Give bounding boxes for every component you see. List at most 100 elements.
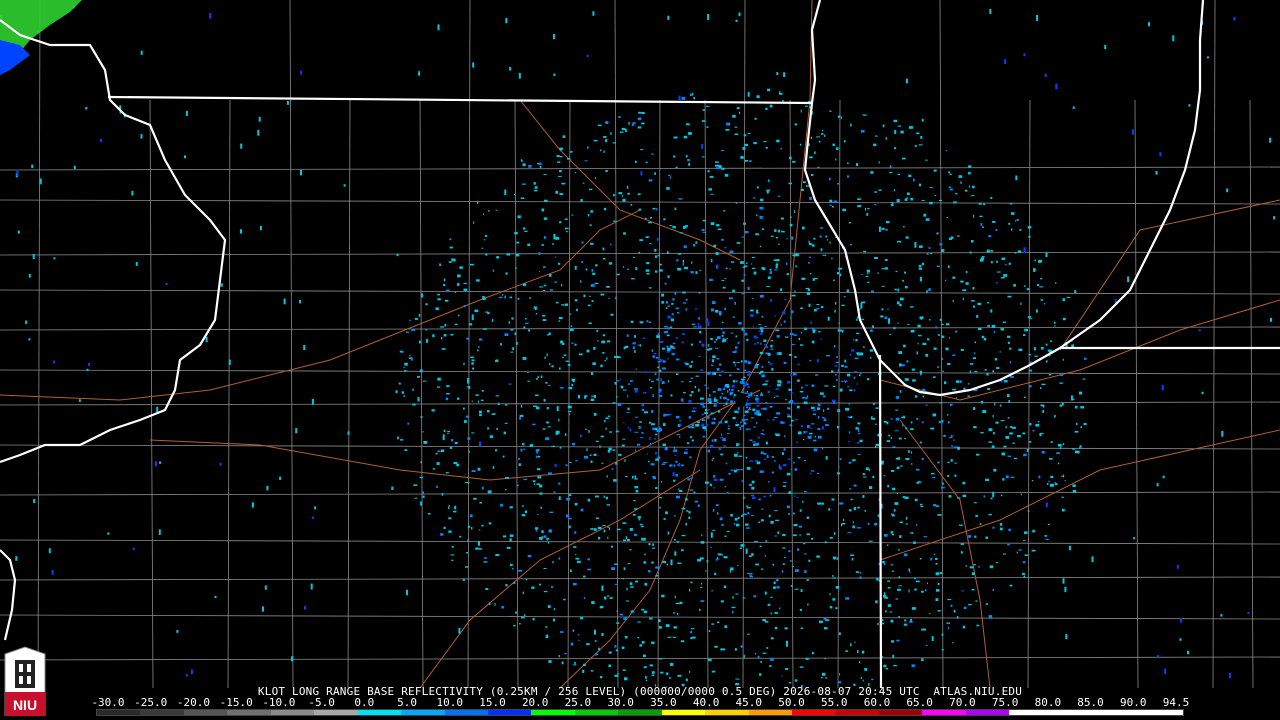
echo-speckle	[742, 381, 745, 384]
echo-speckle	[845, 407, 850, 411]
echo-speckle	[515, 253, 520, 257]
echo-speckle	[898, 351, 903, 354]
echo-speckle	[654, 248, 657, 252]
echo-speckle	[806, 292, 811, 295]
echo-speckle	[932, 413, 937, 417]
echo-speckle	[850, 243, 852, 246]
county-line	[0, 539, 1280, 545]
echo-speckle	[645, 236, 649, 238]
echo-speckle	[661, 301, 664, 304]
echo-speckle	[685, 154, 688, 158]
echo-speckle	[948, 237, 952, 240]
echo-speckle	[728, 297, 733, 300]
echo-speckle	[622, 669, 626, 671]
echo-speckle	[549, 289, 553, 291]
echo-speckle	[462, 578, 465, 581]
echo-speckle	[1074, 290, 1077, 294]
echo-speckle	[761, 315, 763, 318]
echo-speckle	[845, 381, 846, 383]
echo-speckle	[957, 446, 960, 450]
echo-speckle	[859, 576, 862, 579]
echo-speckle	[418, 71, 421, 76]
echo-speckle	[885, 610, 887, 613]
echo-speckle	[610, 545, 613, 548]
echo-speckle	[718, 410, 721, 413]
echo-speckle	[667, 636, 671, 638]
echo-speckle	[839, 502, 844, 505]
echo-speckle	[762, 652, 767, 654]
echo-speckle	[915, 580, 920, 583]
echo-speckle	[590, 670, 594, 672]
echo-speckle	[935, 598, 939, 601]
echo-speckle	[942, 370, 944, 372]
echo-speckle	[1007, 295, 1012, 298]
echo-speckle	[582, 669, 585, 673]
echo-speckle	[759, 327, 764, 330]
echo-speckle	[543, 266, 546, 268]
echo-speckle	[609, 431, 613, 433]
echo-speckle	[947, 599, 951, 601]
echo-speckle	[1039, 434, 1042, 437]
echo-speckle	[535, 529, 538, 532]
echo-speckle	[738, 455, 743, 457]
echo-speckle	[726, 491, 729, 494]
echo-speckle	[743, 414, 746, 417]
echo-speckle	[786, 640, 788, 647]
echo-speckle	[638, 251, 641, 254]
echo-speckle	[1013, 284, 1016, 287]
echo-speckle	[634, 431, 639, 433]
echo-speckle	[750, 309, 754, 312]
echo-speckle	[857, 506, 860, 509]
echo-speckle	[858, 661, 861, 664]
echo-speckle	[753, 426, 757, 428]
echo-speckle	[571, 342, 574, 344]
echo-speckle	[406, 589, 408, 596]
echo-speckle	[542, 428, 546, 430]
echo-speckle	[980, 223, 983, 226]
echo-speckle	[914, 588, 917, 591]
echo-speckle	[928, 319, 931, 321]
echo-speckle	[660, 341, 664, 343]
echo-speckle	[710, 532, 713, 538]
echo-speckle	[756, 214, 758, 217]
echo-speckle	[1061, 475, 1063, 477]
echo-speckle	[756, 309, 759, 314]
echo-speckle	[947, 362, 951, 366]
echo-speckle	[535, 455, 538, 458]
echo-speckle	[848, 403, 850, 405]
echo-speckle	[622, 578, 625, 580]
echo-speckle	[713, 487, 715, 489]
echo-speckle	[613, 479, 617, 482]
echo-speckle	[679, 423, 682, 426]
echo-speckle	[1061, 402, 1064, 406]
echo-speckle	[1047, 483, 1049, 485]
echo-speckle	[752, 197, 756, 199]
echo-speckle	[626, 412, 630, 414]
echo-speckle	[602, 352, 605, 354]
echo-speckle	[842, 518, 845, 522]
echo-speckle	[769, 385, 771, 388]
echo-speckle	[968, 603, 972, 606]
echo-speckle	[522, 591, 524, 595]
echo-speckle	[737, 407, 740, 411]
echo-speckle	[896, 301, 900, 305]
echo-speckle	[789, 156, 792, 160]
echo-speckle	[1033, 269, 1036, 272]
echo-speckle	[774, 535, 777, 537]
echo-speckle	[404, 449, 408, 452]
echo-speckle	[743, 369, 747, 372]
echo-speckle	[549, 362, 551, 366]
echo-speckle	[844, 140, 846, 143]
echo-speckle	[683, 391, 686, 394]
echo-speckle	[1079, 391, 1083, 395]
echo-speckle	[565, 360, 570, 362]
echo-speckle	[627, 563, 631, 565]
echo-speckle	[921, 118, 924, 122]
echo-speckle	[458, 627, 461, 634]
color-bar-segment	[618, 710, 662, 715]
echo-speckle	[522, 505, 524, 508]
echo-speckle	[459, 266, 463, 269]
echo-speckle	[874, 204, 877, 206]
echo-speckle	[635, 267, 638, 271]
echo-speckle	[451, 559, 454, 561]
